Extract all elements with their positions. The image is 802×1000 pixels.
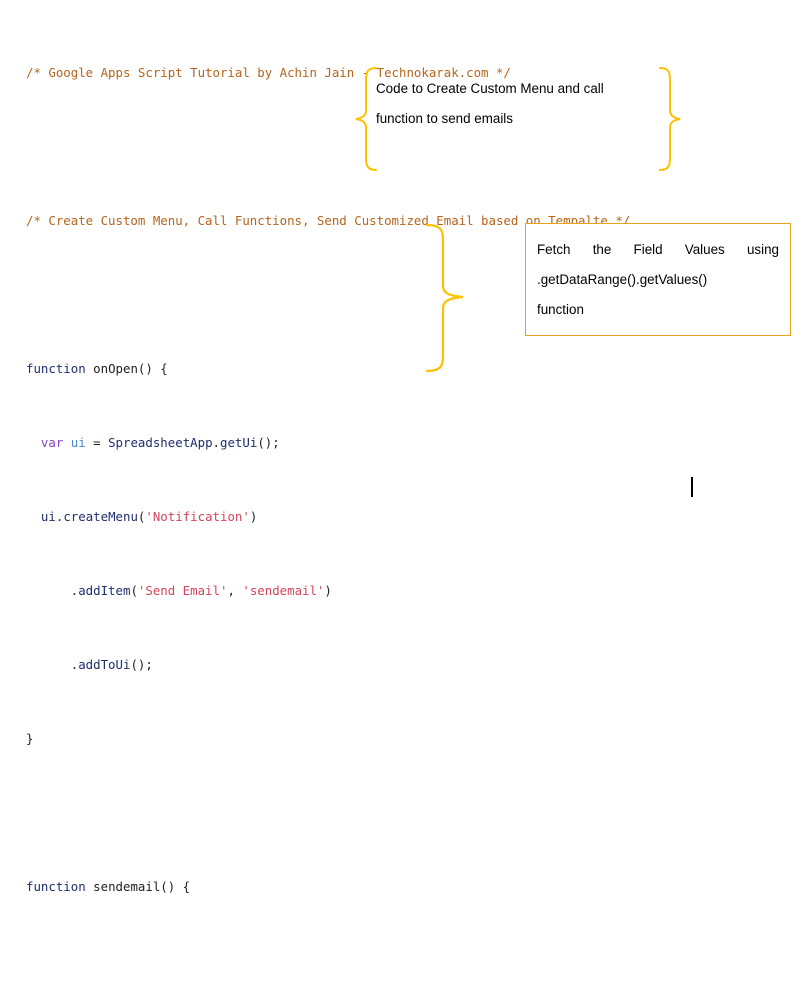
text-cursor-caret (691, 477, 693, 497)
annotation-two-line-3: function (537, 302, 584, 317)
code-token-function-name: onOpen (93, 360, 138, 376)
code-token-identifier: ui (70, 434, 86, 450)
code-token-function-name: sendemail (93, 878, 161, 894)
code-token-method: addToUi (78, 656, 131, 672)
code-token-string: 'Notification' (145, 508, 250, 524)
code-token-string: 'sendemail' (242, 582, 325, 598)
code-token-method: addItem (78, 582, 131, 598)
annotation-two-line-2: .getDataRange().getValues() (537, 272, 708, 287)
code-line: ui.createMenu('Notification') (40, 508, 258, 524)
annotation-one-line-2: function to send emails (376, 111, 513, 126)
annotation-one-line-1: Code to Create Custom Menu and call (376, 81, 604, 96)
annotation-two-box: Fetch the Field Values using .getDataRan… (525, 223, 791, 336)
code-token-method: getUi (220, 434, 258, 450)
code-line: var ui = SpreadsheetApp.getUi(); (40, 434, 280, 450)
annotation-custom-menu: Code to Create Custom Menu and call func… (352, 66, 684, 172)
code-token-method: createMenu (63, 508, 138, 524)
right-curly-brace-icon (658, 66, 684, 172)
code-token-string: 'Send Email' (137, 582, 228, 598)
code-token-brace: } (26, 730, 34, 746)
annotation-two-line-1: Fetch the Field Values using (537, 242, 779, 257)
code-line: } (26, 730, 726, 749)
code-line: .addToUi(); (26, 656, 153, 672)
code-line: .addItem('Send Email', 'sendemail') (26, 582, 332, 598)
code-token-keyword: function (26, 360, 86, 376)
annotation-fetch-field-values: Fetch the Field Values using .getDataRan… (425, 222, 797, 374)
annotation-two-text: Fetch the Field Values using .getDataRan… (537, 235, 779, 325)
code-token-var: var (40, 434, 64, 450)
code-token-keyword: function (26, 878, 86, 894)
right-curly-brace-icon (425, 222, 473, 374)
code-line: function sendemail() { (26, 878, 191, 894)
code-token-object: SpreadsheetApp (108, 434, 213, 450)
left-curly-brace-icon (352, 66, 378, 172)
code-token-object: ui (40, 508, 56, 524)
annotation-one-text: Code to Create Custom Menu and call func… (376, 74, 668, 134)
